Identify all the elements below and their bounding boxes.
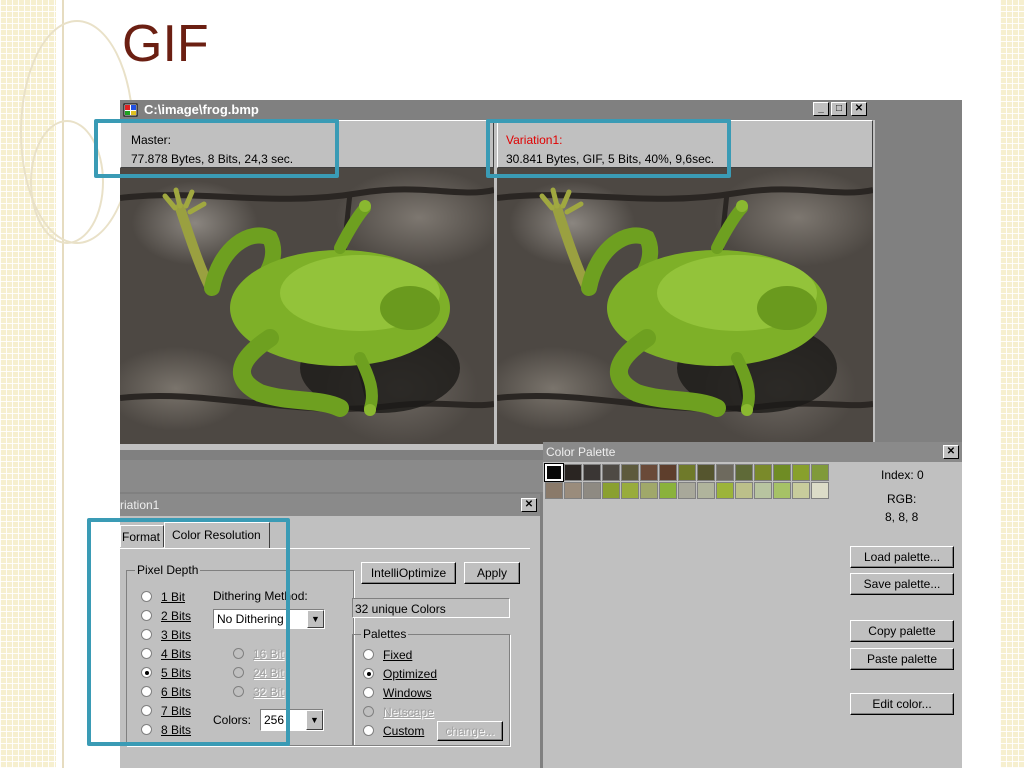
app-icon xyxy=(123,103,138,117)
palette-swatch[interactable] xyxy=(754,464,772,481)
variation-image[interactable] xyxy=(497,168,873,444)
unique-colors-text: 32 unique Colors xyxy=(355,602,446,616)
radio-dot xyxy=(363,687,374,698)
palette-swatch[interactable] xyxy=(640,482,658,499)
palette-swatch-grid xyxy=(544,463,843,502)
palette-swatch[interactable] xyxy=(640,464,658,481)
radio-dot xyxy=(363,706,374,717)
main-window-title: C:\image\frog.bmp xyxy=(144,102,259,117)
maximize-button[interactable]: □ xyxy=(831,102,847,116)
palette-swatch[interactable] xyxy=(792,482,810,499)
palette-change-button[interactable]: change... xyxy=(437,721,503,741)
palette-swatch[interactable] xyxy=(602,482,620,499)
palette-swatch[interactable] xyxy=(583,482,601,499)
palette-swatch[interactable] xyxy=(716,482,734,499)
palette-swatch[interactable] xyxy=(621,464,639,481)
palette-swatch[interactable] xyxy=(811,482,829,499)
palette-swatch[interactable] xyxy=(564,482,582,499)
palette-swatch[interactable] xyxy=(773,464,791,481)
radio-dot xyxy=(363,649,374,660)
palette-swatch[interactable] xyxy=(564,464,582,481)
palette-swatch[interactable] xyxy=(754,482,772,499)
palette-swatch[interactable] xyxy=(659,464,677,481)
color-palette-title: Color Palette xyxy=(546,445,616,459)
master-image[interactable] xyxy=(120,168,494,444)
slide-title: GIF xyxy=(122,15,209,73)
radio-palette-optimized[interactable]: Optimized xyxy=(363,666,437,682)
copy-palette-button[interactable]: Copy palette xyxy=(850,620,954,642)
radio-dot-selected xyxy=(363,668,374,679)
palette-swatch[interactable] xyxy=(602,464,620,481)
edit-color-button[interactable]: Edit color... xyxy=(850,693,954,715)
intellioptimize-button[interactable]: IntelliOptimize xyxy=(361,562,456,584)
radio-palette-fixed[interactable]: Fixed xyxy=(363,647,412,663)
palette-swatch[interactable] xyxy=(544,463,564,482)
chevron-down-icon[interactable]: ▼ xyxy=(307,610,324,628)
master-highlight xyxy=(94,119,339,178)
palette-swatch[interactable] xyxy=(583,464,601,481)
palette-swatch[interactable] xyxy=(678,464,696,481)
palette-rgb-value: 8, 8, 8 xyxy=(885,510,919,524)
decor-swirl-2 xyxy=(30,120,104,244)
main-window-titlebar[interactable]: C:\image\frog.bmp _ □ ✕ xyxy=(120,100,962,120)
palette-rgb-label: RGB: xyxy=(887,492,917,506)
palette-swatch[interactable] xyxy=(792,464,810,481)
minimize-button[interactable]: _ xyxy=(813,102,829,116)
radio-dot xyxy=(363,725,374,736)
radio-palette-custom[interactable]: Custom xyxy=(363,723,424,739)
chevron-down-icon[interactable]: ▼ xyxy=(306,710,323,730)
palette-swatch[interactable] xyxy=(659,482,677,499)
palettes-legend: Palettes xyxy=(361,627,409,641)
palettes-group: Palettes Fixed Optimized Windows Netscap… xyxy=(352,627,510,746)
radio-palette-windows[interactable]: Windows xyxy=(363,685,432,701)
variation-highlight xyxy=(486,119,731,178)
paste-palette-button[interactable]: Paste palette xyxy=(850,648,954,670)
color-palette-window: Color Palette ✕ Index: 0 RGB: 8, 8, 8 Lo… xyxy=(543,442,962,768)
palette-close-button[interactable]: ✕ xyxy=(943,445,959,459)
frog-image-variation xyxy=(497,186,873,417)
color-palette-titlebar[interactable]: Color Palette ✕ xyxy=(543,442,962,462)
radio-palette-netscape[interactable]: Netscape xyxy=(363,704,434,720)
load-palette-button[interactable]: Load palette... xyxy=(850,546,954,568)
variation-dialog-titlebar[interactable]: riation1 ✕ xyxy=(120,494,540,516)
pixel-depth-highlight xyxy=(87,518,290,746)
palette-swatch[interactable] xyxy=(735,464,753,481)
palette-swatch[interactable] xyxy=(697,464,715,481)
palette-swatch[interactable] xyxy=(621,482,639,499)
palette-swatch[interactable] xyxy=(678,482,696,499)
palette-swatch[interactable] xyxy=(811,464,829,481)
palette-swatch[interactable] xyxy=(545,482,563,499)
palette-swatch[interactable] xyxy=(773,482,791,499)
palette-swatch[interactable] xyxy=(716,464,734,481)
palette-swatch[interactable] xyxy=(735,482,753,499)
palette-index-label: Index: 0 xyxy=(881,468,924,482)
palette-swatch[interactable] xyxy=(697,482,715,499)
close-button[interactable]: ✕ xyxy=(851,102,867,116)
save-palette-button[interactable]: Save palette... xyxy=(850,573,954,595)
apply-button[interactable]: Apply xyxy=(464,562,520,584)
right-decor-stripe xyxy=(1000,0,1024,768)
dialog-close-button[interactable]: ✕ xyxy=(521,498,537,512)
variation-dialog-title: riation1 xyxy=(120,498,160,512)
unique-colors-field: 32 unique Colors xyxy=(352,598,510,618)
frog-image xyxy=(120,186,494,417)
